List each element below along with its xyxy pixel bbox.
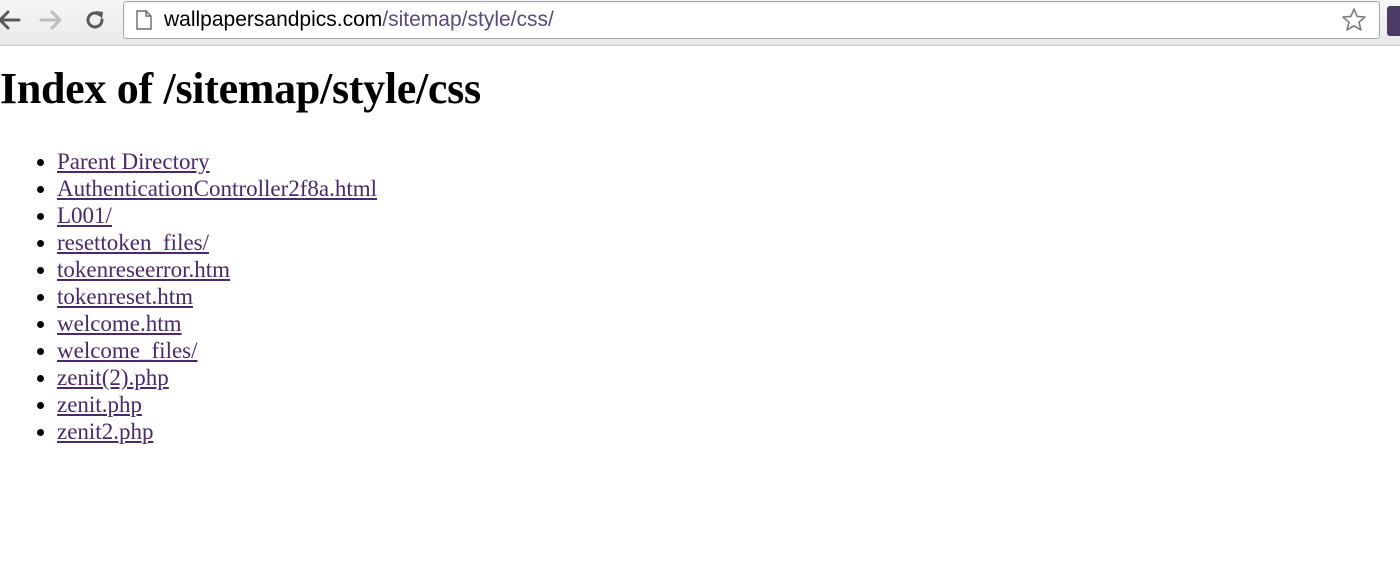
file-link[interactable]: tokenreset.htm [57, 284, 193, 309]
star-icon[interactable] [1341, 7, 1367, 38]
file-link[interactable]: zenit.php [57, 392, 142, 417]
file-link[interactable]: zenit2.php [57, 419, 153, 444]
folder-link[interactable]: resettoken_files/ [57, 230, 209, 255]
list-item: L001/ [57, 202, 1400, 229]
file-link[interactable]: AuthenticationController2f8a.html [57, 176, 377, 201]
directory-listing: Parent Directory AuthenticationControlle… [0, 148, 1400, 445]
file-link[interactable]: welcome.htm [57, 311, 182, 336]
url-path: /sitemap/style/css/ [382, 8, 554, 31]
list-item: zenit.php [57, 391, 1400, 418]
extension-icon[interactable] [1387, 6, 1400, 36]
list-item: tokenreseerror.htm [57, 256, 1400, 283]
list-item: Parent Directory [57, 148, 1400, 175]
url-text: wallpapersandpics.com/sitemap/style/css/ [164, 9, 554, 31]
page-title: Index of /sitemap/style/css [0, 64, 481, 113]
reload-icon[interactable] [81, 6, 109, 34]
list-item: zenit(2).php [57, 364, 1400, 391]
list-item: zenit2.php [57, 418, 1400, 445]
folder-link[interactable]: L001/ [57, 203, 112, 228]
file-link[interactable]: tokenreseerror.htm [57, 257, 230, 282]
list-item: resettoken_files/ [57, 229, 1400, 256]
page-content: Index of /sitemap/style/css Parent Direc… [0, 64, 1400, 445]
folder-link[interactable]: welcome_files/ [57, 338, 198, 363]
back-arrow-icon[interactable] [0, 6, 22, 34]
forward-arrow-icon[interactable] [38, 6, 66, 34]
url-host: wallpapersandpics.com [164, 8, 383, 31]
list-item: welcome_files/ [57, 337, 1400, 364]
list-item: welcome.htm [57, 310, 1400, 337]
file-link[interactable]: zenit(2).php [57, 365, 169, 390]
browser-toolbar: wallpapersandpics.com/sitemap/style/css/ [0, 0, 1400, 46]
list-item: AuthenticationController2f8a.html [57, 175, 1400, 202]
page-icon [136, 10, 152, 35]
parent-directory-link[interactable]: Parent Directory [57, 149, 210, 174]
address-bar[interactable]: wallpapersandpics.com/sitemap/style/css/ [123, 1, 1380, 39]
list-item: tokenreset.htm [57, 283, 1400, 310]
